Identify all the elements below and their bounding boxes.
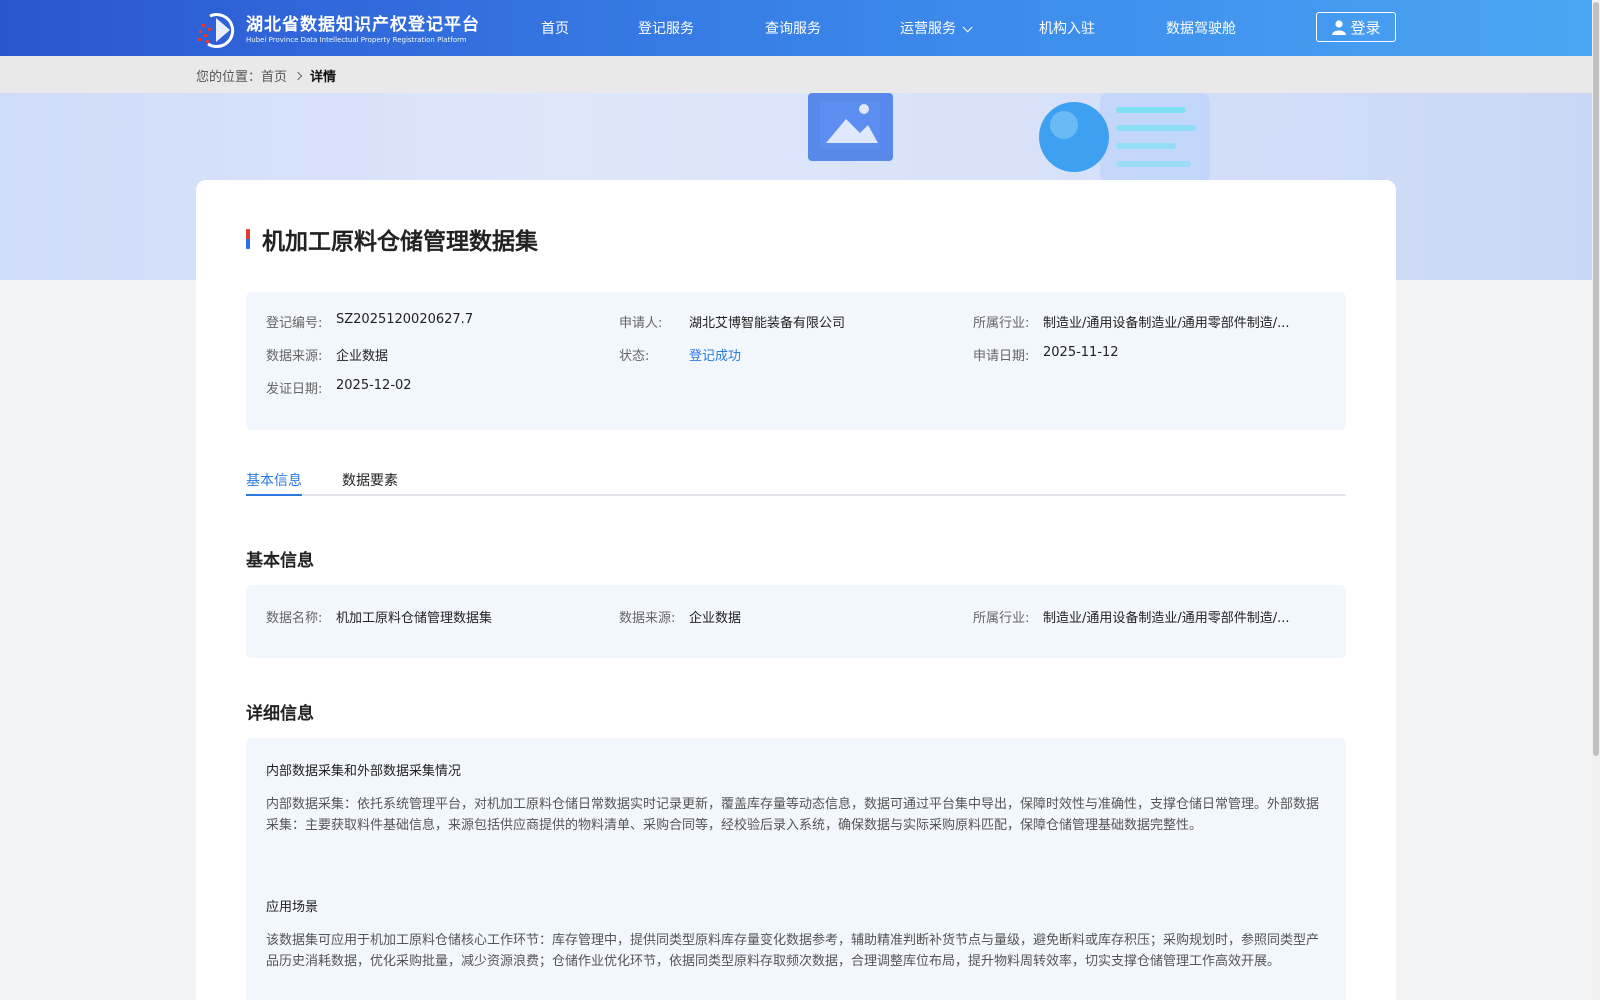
basic-industry-value: 制造业/通用设备制造业/通用零部件制造/... — [1043, 611, 1290, 626]
apply-date-field: 申请日期: 2025-11-12 — [973, 345, 1119, 364]
applicant-field: 申请人: 湖北艾博智能装备有限公司 — [619, 312, 845, 331]
scenario-paragraph: 该数据集可应用于机加工原料仓储核心工作环节：库存管理中，提供同类型原料库存量变化… — [266, 933, 1320, 969]
apply-date-label: 申请日期: — [973, 349, 1030, 364]
detail-tabs: 基本信息 数据要素 — [246, 462, 1346, 496]
page-title: 机加工原料仓储管理数据集 — [262, 229, 538, 255]
user-icon — [1332, 20, 1347, 35]
issue-date-value: 2025-12-02 — [336, 378, 412, 393]
detail-card: 机加工原料仓储管理数据集 登记编号: SZ2025120020627.7 申请人:… — [196, 180, 1396, 1000]
data-name-field: 数据名称: 机加工原料仓储管理数据集 — [266, 607, 492, 626]
source-label: 数据来源: — [266, 349, 323, 364]
industry-value: 制造业/通用设备制造业/通用零部件制造/... — [1043, 316, 1290, 331]
platform-logo[interactable]: 湖北省数据知识产权登记平台 Hubei Province Data Intell… — [196, 12, 496, 49]
tab-basic-info[interactable]: 基本信息 — [246, 470, 302, 490]
scrollbar-thumb[interactable] — [1593, 2, 1599, 756]
basic-industry-label: 所属行业: — [973, 611, 1030, 626]
chevron-down-icon — [962, 22, 973, 33]
nav-operation-label: 运营服务 — [900, 21, 956, 37]
applicant-label: 申请人: — [619, 316, 663, 331]
issue-date-field: 发证日期: 2025-12-02 — [266, 378, 412, 397]
nav-home[interactable]: 首页 — [541, 18, 569, 38]
nav-data-cockpit[interactable]: 数据驾驶舱 — [1166, 18, 1236, 38]
apply-date-value: 2025-11-12 — [1043, 345, 1119, 360]
detail-info-heading: 详细信息 — [246, 704, 314, 724]
basic-info-panel: 数据名称: 机加工原料仓储管理数据集 数据来源: 企业数据 所属行业: 制造业/通用设… — [246, 585, 1346, 658]
collection-subtitle: 内部数据采集和外部数据采集情况 — [266, 764, 462, 779]
applicant-value: 湖北艾博智能装备有限公司 — [689, 316, 846, 331]
data-name-label: 数据名称: — [266, 611, 323, 626]
basic-industry-field: 所属行业: 制造业/通用设备制造业/通用零部件制造/... — [973, 607, 1290, 626]
industry-field: 所属行业: 制造业/通用设备制造业/通用零部件制造/... — [973, 312, 1290, 331]
breadcrumb: 您的位置： 首页 详情 — [196, 66, 336, 85]
breadcrumb-current: 详情 — [310, 70, 337, 85]
title-accent-icon — [246, 229, 250, 249]
tab-data-elements[interactable]: 数据要素 — [342, 470, 398, 490]
chevron-right-icon — [293, 71, 303, 80]
logo-emblem-icon — [196, 12, 242, 49]
summary-panel: 登记编号: SZ2025120020627.7 申请人: 湖北艾博智能装备有限公司 … — [246, 292, 1346, 430]
issue-date-label: 发证日期: — [266, 382, 323, 397]
nav-query-service[interactable]: 查询服务 — [765, 18, 821, 38]
basic-source-label: 数据来源: — [619, 611, 676, 626]
login-label: 登录 — [1350, 18, 1381, 37]
page-scrollbar[interactable] — [1592, 0, 1600, 1000]
status-label: 状态: — [619, 349, 650, 364]
basic-source-field: 数据来源: 企业数据 — [619, 607, 741, 626]
reg-no-value: SZ2025120020627.7 — [336, 312, 474, 327]
industry-label: 所属行业: — [973, 316, 1030, 331]
basic-info-heading: 基本信息 — [246, 551, 314, 571]
source-field: 数据来源: 企业数据 — [266, 345, 388, 364]
login-button[interactable]: 登录 — [1316, 12, 1396, 42]
status-badge: 登记成功 — [689, 349, 742, 364]
reg-no-label: 登记编号: — [266, 316, 323, 331]
detail-info-panel: 内部数据采集和外部数据采集情况 内部数据采集：依托系统管理平台，对机加工原料仓储… — [246, 738, 1346, 1000]
source-value: 企业数据 — [336, 349, 389, 364]
basic-source-value: 企业数据 — [689, 611, 742, 626]
active-tab-indicator — [246, 494, 302, 496]
status-field: 状态: 登记成功 — [619, 345, 741, 364]
logo-title: 湖北省数据知识产权登记平台 — [246, 14, 480, 35]
logo-subtitle: Hubei Province Data Intellectual Propert… — [246, 35, 467, 44]
breadcrumb-prefix: 您的位置： — [196, 70, 262, 85]
nav-register-service[interactable]: 登记服务 — [638, 18, 694, 38]
scenario-subtitle: 应用场景 — [266, 900, 319, 915]
top-header: 湖北省数据知识产权登记平台 Hubei Province Data Intell… — [0, 0, 1592, 56]
data-name-value: 机加工原料仓储管理数据集 — [336, 611, 493, 626]
detail-title-row: 机加工原料仓储管理数据集 — [246, 222, 538, 256]
nav-institution-join[interactable]: 机构入驻 — [1039, 18, 1095, 38]
reg-no-field: 登记编号: SZ2025120020627.7 — [266, 312, 473, 331]
nav-operation-service[interactable]: 运营服务 — [900, 18, 973, 38]
collection-paragraph: 内部数据采集：依托系统管理平台，对机加工原料仓储日常数据实时记录更新，覆盖库存量… — [266, 797, 1320, 833]
breadcrumb-home-link[interactable]: 首页 — [261, 66, 287, 85]
breadcrumb-bar: 您的位置： 首页 详情 — [0, 56, 1592, 93]
